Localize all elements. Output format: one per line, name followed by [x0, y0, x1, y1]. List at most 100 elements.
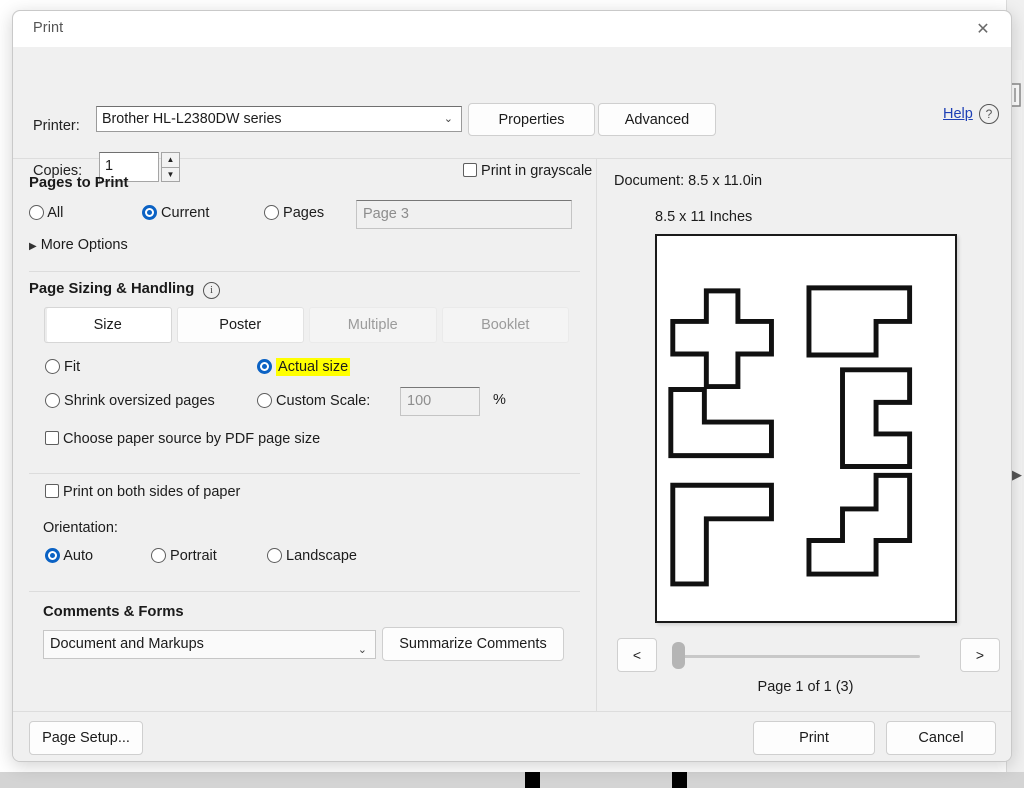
summarize-comments-button[interactable]: Summarize Comments [382, 627, 564, 661]
percent-label: % [493, 392, 506, 408]
dialog-title: Print [33, 20, 63, 36]
page-setup-button[interactable]: Page Setup... [29, 721, 143, 755]
tab-booklet: Booklet [442, 307, 570, 343]
divider [29, 473, 580, 474]
radio-custom-scale-label: Custom Scale: [276, 393, 370, 409]
dialog-body: Pages to Print All Current Pages Page 3 … [13, 159, 1012, 711]
preview-pane: Document: 8.5 x 11.0in 8.5 x 11 Inches [596, 159, 1012, 711]
radio-icon-selected [257, 359, 272, 374]
divider [29, 271, 580, 272]
page-indicator: Page 1 of 1 (3) [597, 679, 1012, 695]
radio-pages-current-label: Current [161, 205, 209, 221]
pages-range-input[interactable]: Page 3 [356, 200, 572, 229]
pages-to-print-section: Pages to Print All Current Pages Page 3 … [29, 175, 580, 271]
both-sides-label: Print on both sides of paper [63, 484, 240, 500]
chevron-down-icon: ⌄ [444, 112, 453, 125]
chevron-down-icon: ⌄ [358, 637, 367, 663]
radio-pages-range[interactable]: Pages [264, 205, 324, 221]
radio-landscape-label: Landscape [286, 548, 357, 564]
shape-block-top-right [809, 288, 910, 355]
background-next-arrow-icon[interactable]: ▶ [1010, 464, 1024, 486]
next-page-button[interactable]: > [960, 638, 1000, 672]
dialog-titlebar: Print ✕ [13, 11, 1011, 47]
slider-thumb[interactable] [672, 642, 685, 669]
tab-size[interactable]: Size [44, 307, 172, 343]
background-block-right [672, 772, 687, 788]
page-sizing-section: Page Sizing & Handling i Size Poster Mul… [29, 281, 580, 471]
printer-section: Printer: Brother HL-L2380DW series ⌄ Pro… [13, 47, 1011, 159]
radio-orientation-landscape[interactable]: Landscape [267, 548, 357, 564]
help-icon[interactable]: ? [979, 104, 999, 124]
radio-icon [267, 548, 282, 563]
background-block-left [525, 772, 540, 788]
paper-source-checkbox[interactable]: Choose paper source by PDF page size [45, 431, 320, 447]
pages-to-print-title: Pages to Print [29, 175, 129, 191]
shape-stairs [809, 475, 910, 574]
help-link[interactable]: Help [943, 106, 973, 122]
radio-pages-all-label: All [47, 205, 63, 221]
comments-forms-title: Comments & Forms [43, 604, 184, 620]
dialog-footer: Page Setup... Print Cancel [13, 711, 1012, 762]
background-bottom-strip [0, 772, 1024, 788]
radio-icon [151, 548, 166, 563]
printer-label: Printer: [33, 118, 80, 134]
radio-custom-scale[interactable]: Custom Scale: [257, 393, 370, 409]
radio-actual-size-label: Actual size [276, 358, 350, 376]
previous-page-button[interactable]: < [617, 638, 657, 672]
slider-track [672, 655, 920, 658]
comments-forms-section: Comments & Forms Document and Markups ⌄ … [29, 604, 580, 684]
radio-pages-range-label: Pages [283, 205, 324, 221]
info-icon[interactable]: i [203, 282, 220, 299]
more-options-toggle[interactable]: ▶ More Options [29, 237, 128, 253]
shape-l-middle [671, 390, 772, 456]
radio-icon [29, 205, 44, 220]
radio-fit-label: Fit [64, 359, 80, 375]
printer-select[interactable]: Brother HL-L2380DW series ⌄ [96, 106, 462, 132]
chevron-right-icon: ▶ [29, 241, 37, 252]
radio-shrink-label: Shrink oversized pages [64, 393, 215, 409]
radio-fit[interactable]: Fit [45, 359, 80, 375]
cancel-button[interactable]: Cancel [886, 721, 996, 755]
document-size-label: Document: 8.5 x 11.0in [614, 173, 762, 189]
radio-icon-selected [142, 205, 157, 220]
radio-pages-all[interactable]: All [29, 205, 63, 221]
page-slider[interactable] [672, 653, 920, 659]
more-options-label: More Options [41, 237, 128, 253]
printer-selected-value: Brother HL-L2380DW series [102, 111, 282, 127]
shape-c [843, 370, 910, 467]
checkbox-icon [45, 431, 59, 445]
shape-l-bottom [673, 485, 772, 584]
orientation-label: Orientation: [43, 520, 118, 536]
page-sizing-title: Page Sizing & Handling [29, 281, 194, 297]
tab-multiple: Multiple [309, 307, 437, 343]
sides-orientation-section: Print on both sides of paper Orientation… [29, 484, 580, 584]
page-preview[interactable] [655, 234, 957, 623]
radio-orientation-auto[interactable]: Auto [45, 548, 93, 564]
print-dialog: Print ✕ Printer: Brother HL-L2380DW seri… [12, 10, 1012, 762]
radio-icon [45, 359, 60, 374]
radio-orientation-portrait[interactable]: Portrait [151, 548, 217, 564]
comments-select[interactable]: Document and Markups ⌄ [43, 630, 376, 659]
radio-shrink-oversized[interactable]: Shrink oversized pages [45, 393, 215, 409]
tab-poster[interactable]: Poster [177, 307, 305, 343]
radio-actual-size[interactable]: Actual size [257, 359, 350, 375]
shape-cross [673, 291, 772, 387]
radio-portrait-label: Portrait [170, 548, 217, 564]
paper-source-label: Choose paper source by PDF page size [63, 431, 320, 447]
radio-icon [264, 205, 279, 220]
divider [29, 591, 580, 592]
paper-size-label: 8.5 x 11 Inches [655, 209, 752, 225]
page-sizing-tabs: Size Poster Multiple Booklet [44, 307, 569, 343]
settings-pane: Pages to Print All Current Pages Page 3 … [13, 159, 596, 711]
close-icon[interactable]: ✕ [961, 14, 1005, 44]
radio-icon-selected [45, 548, 60, 563]
advanced-button[interactable]: Advanced [598, 103, 716, 136]
checkbox-icon [45, 484, 59, 498]
radio-pages-current[interactable]: Current [142, 205, 209, 221]
radio-icon [45, 393, 60, 408]
print-button[interactable]: Print [753, 721, 875, 755]
properties-button[interactable]: Properties [468, 103, 595, 136]
custom-scale-input[interactable]: 100 [400, 387, 480, 416]
both-sides-checkbox[interactable]: Print on both sides of paper [45, 484, 240, 500]
preview-shapes [657, 236, 955, 621]
